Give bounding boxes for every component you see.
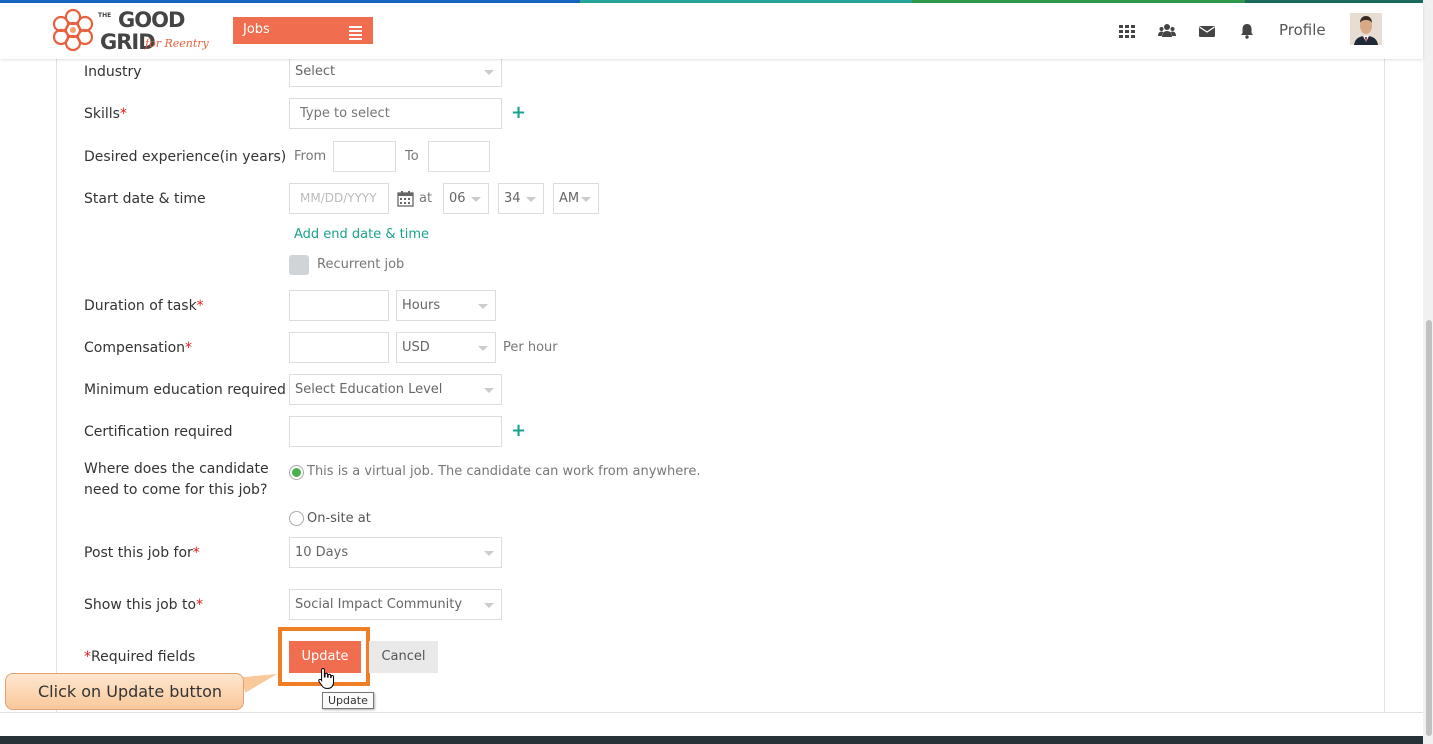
location-label-line1: Where does the candidate (84, 461, 269, 477)
experience-label: Desired experience(in years) (84, 149, 287, 165)
onsite-label: On-site at (307, 511, 371, 526)
skills-input[interactable] (289, 98, 502, 129)
add-certification-plus-icon[interactable]: + (511, 420, 526, 441)
add-skill-plus-icon[interactable]: + (511, 102, 526, 123)
required-asterisk: * (192, 545, 200, 561)
jobs-label: Jobs (243, 22, 270, 37)
show-to-label-text: Show this job to (84, 597, 197, 613)
onsite-radio[interactable] (289, 511, 304, 526)
chevron-down-icon (478, 304, 488, 309)
currency-select[interactable]: USD (396, 332, 496, 363)
show-to-select[interactable]: Social Impact Community (289, 589, 502, 620)
logo-tagline: for Reentry (145, 37, 209, 50)
bell-icon[interactable] (1238, 22, 1256, 40)
compensation-label: Compensation* (84, 340, 192, 356)
duration-label: Duration of task* (84, 298, 204, 314)
duration-input[interactable] (289, 290, 389, 321)
ampm-value: AM (559, 191, 580, 206)
experience-to-label: To (405, 149, 419, 164)
chevron-down-icon (581, 197, 591, 202)
calendar-icon[interactable] (397, 190, 414, 207)
avatar[interactable] (1350, 13, 1382, 45)
chevron-down-icon (478, 346, 488, 351)
compensation-input[interactable] (289, 332, 389, 363)
content-bottom-border (0, 712, 1423, 713)
post-for-select[interactable]: 10 Days (289, 537, 502, 568)
post-for-value: 10 Days (295, 545, 349, 560)
logo[interactable]: THE GOOD GRID for Reentry (50, 7, 209, 57)
duration-unit-select[interactable]: Hours (396, 290, 496, 321)
education-label: Minimum education required (84, 382, 286, 398)
minute-select[interactable]: 34 (498, 183, 544, 214)
update-tooltip: Update (322, 692, 374, 709)
chevron-down-icon (484, 70, 494, 75)
ampm-select[interactable]: AM (553, 183, 599, 214)
required-fields-text: Required fields (91, 649, 196, 665)
profile-link[interactable]: Profile (1279, 21, 1326, 39)
required-asterisk: * (185, 340, 193, 356)
industry-select[interactable]: Select (289, 59, 502, 87)
avatar-photo (1350, 13, 1382, 45)
instruction-callout: Click on Update button (5, 673, 244, 710)
industry-label: Industry (84, 64, 142, 80)
industry-value: Select (295, 64, 336, 79)
per-hour-label: Per hour (503, 340, 558, 355)
start-date-label: Start date & time (84, 191, 206, 207)
logo-flower-icon (52, 8, 94, 52)
skills-label: Skills* (84, 106, 127, 122)
duration-unit-value: Hours (402, 298, 441, 313)
chevron-down-icon (471, 197, 481, 202)
scrollbar-thumb[interactable] (1426, 320, 1432, 736)
education-select[interactable]: Select Education Level (289, 374, 502, 405)
logo-the: THE (98, 12, 112, 19)
currency-value: USD (402, 340, 430, 355)
post-for-label-text: Post this job for (84, 545, 193, 561)
top-header: THE GOOD GRID for Reentry Jobs Profile (0, 3, 1423, 59)
required-asterisk: * (196, 597, 204, 613)
start-date-input[interactable]: MM/DD/YYYY (289, 183, 389, 214)
compensation-label-text: Compensation (84, 340, 186, 356)
experience-to-input[interactable] (428, 141, 490, 172)
chevron-down-icon (484, 603, 494, 608)
apps-grid-icon[interactable] (1118, 22, 1136, 40)
experience-from-label: From (294, 149, 327, 164)
education-value: Select Education Level (295, 382, 443, 397)
mail-icon[interactable] (1198, 22, 1216, 40)
chevron-down-icon (484, 388, 494, 393)
logo-good: GOOD (118, 8, 185, 32)
hamburger-icon (349, 26, 362, 42)
virtual-job-radio[interactable] (289, 465, 304, 480)
hand-cursor-icon (318, 667, 334, 689)
chevron-down-icon (484, 551, 494, 556)
show-to-label: Show this job to* (84, 597, 203, 613)
required-asterisk: * (84, 649, 91, 665)
chevron-down-icon (526, 197, 536, 202)
skills-label-text: Skills (84, 106, 120, 122)
certification-label: Certification required (84, 424, 233, 440)
virtual-job-label: This is a virtual job. The candidate can… (307, 464, 701, 479)
required-asterisk: * (119, 106, 127, 122)
cancel-button[interactable]: Cancel (369, 641, 438, 673)
required-fields-note: *Required fields (84, 649, 195, 665)
footer-bar (0, 736, 1423, 744)
location-label-line2: need to come for this job? (84, 482, 268, 498)
required-asterisk: * (196, 298, 204, 314)
show-to-value: Social Impact Community (295, 597, 463, 612)
recurrent-job-checkbox[interactable] (289, 255, 309, 275)
at-label: at (419, 191, 433, 206)
duration-label-text: Duration of task (84, 298, 197, 314)
hour-select[interactable]: 06 (443, 183, 489, 214)
hour-value: 06 (449, 191, 466, 206)
add-end-date-link[interactable]: Add end date & time (294, 227, 429, 242)
post-for-label: Post this job for* (84, 545, 200, 561)
recurrent-job-label: Recurrent job (317, 257, 405, 272)
minute-value: 34 (504, 191, 521, 206)
jobs-menu-button[interactable]: Jobs (233, 17, 373, 44)
experience-from-input[interactable] (333, 141, 396, 172)
users-icon[interactable] (1158, 22, 1176, 40)
certification-input[interactable] (289, 416, 502, 447)
